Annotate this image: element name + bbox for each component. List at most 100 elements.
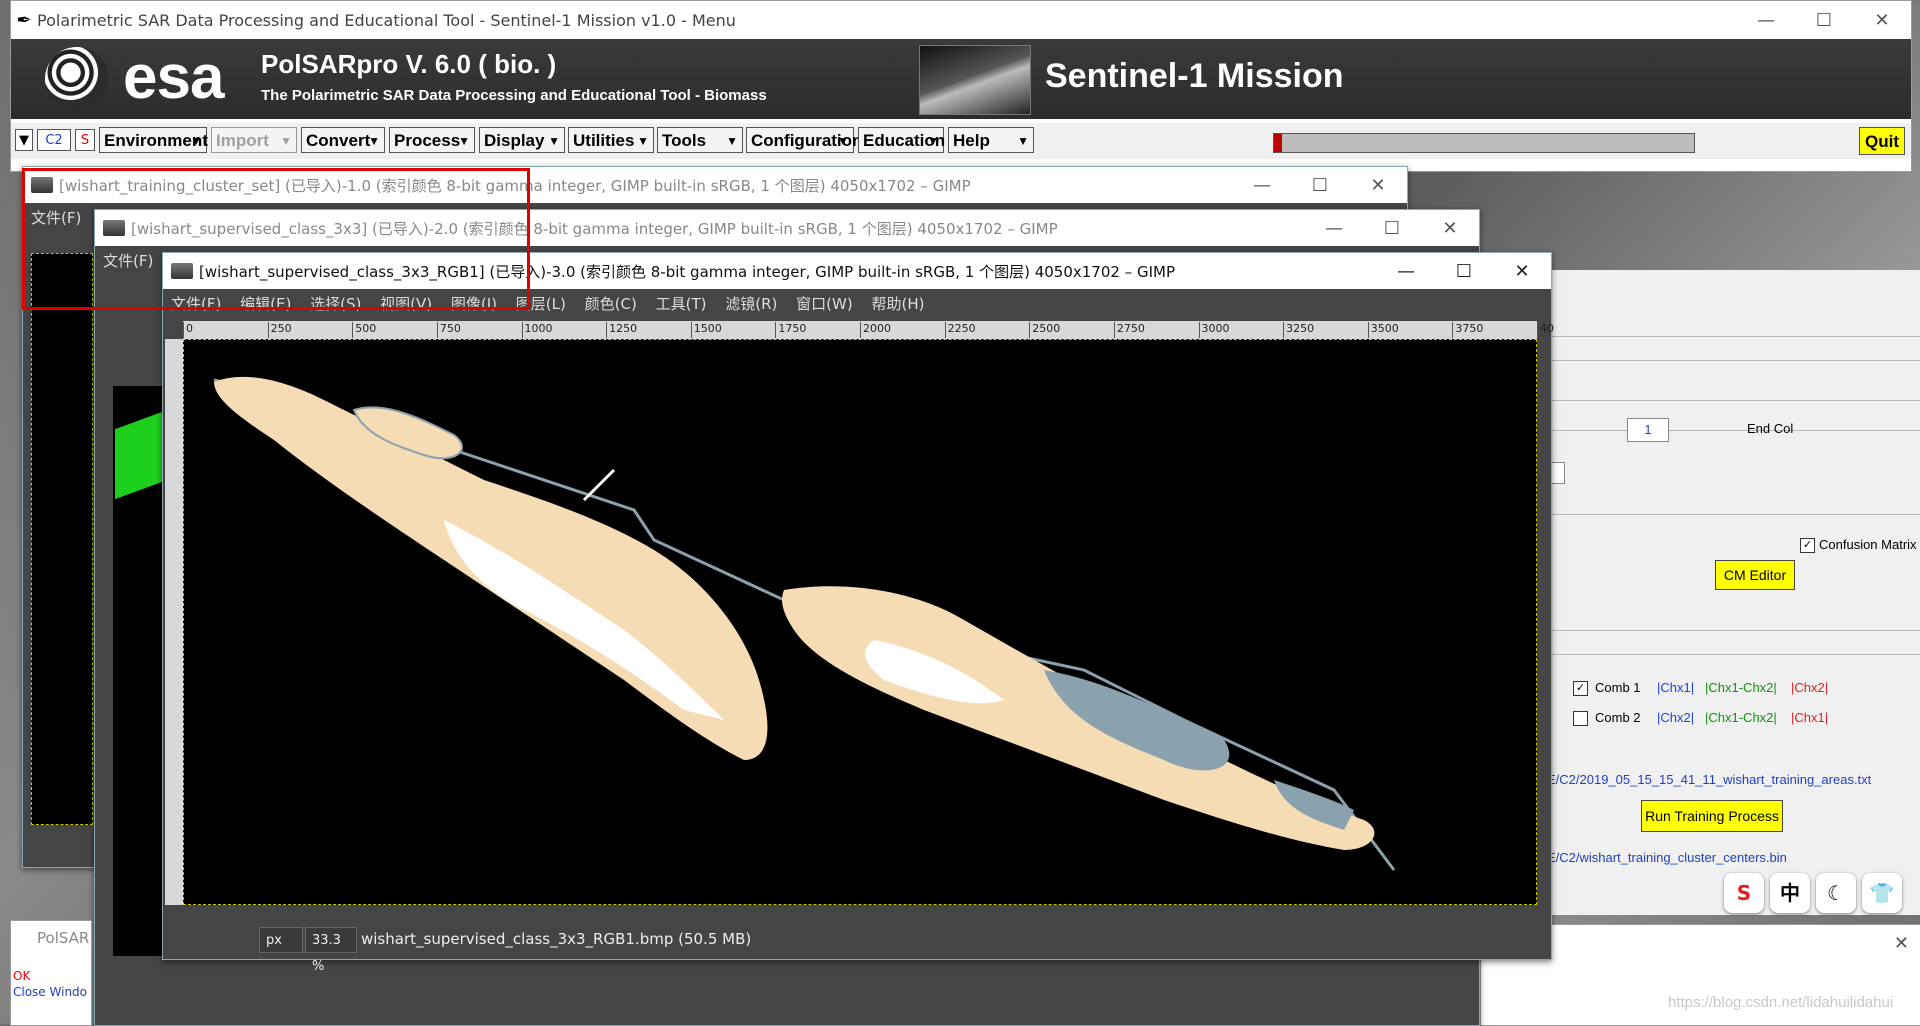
menu-utilities[interactable]: Utilities ▼ bbox=[568, 127, 654, 153]
minimize-button[interactable]: — bbox=[1233, 175, 1291, 196]
ruler-tick: 1500 bbox=[690, 322, 722, 338]
menu-configuration[interactable]: Configuration ▼ bbox=[746, 127, 862, 153]
ruler-tick: 1000 bbox=[521, 322, 553, 338]
divider bbox=[1547, 514, 1920, 515]
chevron-down-icon: ▼ bbox=[637, 134, 649, 148]
chevron-down-icon: ▼ bbox=[280, 134, 292, 148]
ime-toolbar: S 中 ☾ 👕 bbox=[1724, 869, 1920, 917]
divider bbox=[1547, 630, 1920, 631]
ruler-tick: 500 bbox=[352, 322, 376, 338]
menu-import[interactable]: Import ▼ bbox=[211, 127, 297, 153]
close-button[interactable]: ✕ bbox=[1421, 218, 1479, 239]
data-type-field[interactable]: C2 bbox=[37, 129, 71, 151]
image-canvas[interactable] bbox=[183, 339, 1537, 905]
comb1-channel-c: |Chx2| bbox=[1791, 680, 1829, 695]
chevron-down-icon: ▼ bbox=[927, 134, 939, 148]
run-training-button[interactable]: Run Training Process bbox=[1641, 800, 1783, 832]
start-value-field[interactable]: 1 bbox=[1627, 418, 1669, 442]
menu-windows[interactable]: 窗口(W) bbox=[796, 295, 853, 313]
menu-help[interactable]: 帮助(H) bbox=[872, 295, 925, 313]
training-areas-path: E/C2/2019_05_15_15_41_11_wishart_trainin… bbox=[1547, 772, 1872, 787]
comb1-channel-a: |Chx1| bbox=[1657, 680, 1695, 695]
close-icon[interactable]: ✕ bbox=[1894, 933, 1909, 954]
ok-text: OK bbox=[13, 969, 31, 983]
mission-title: Sentinel-1 Mission bbox=[1045, 57, 1344, 95]
minimize-button[interactable]: — bbox=[1377, 261, 1435, 282]
ruler-tick: 3500 bbox=[1367, 322, 1399, 338]
menu-process[interactable]: Process ▼ bbox=[389, 127, 475, 153]
maximize-button[interactable]: ☐ bbox=[1435, 261, 1493, 282]
mode-field[interactable]: S bbox=[75, 129, 95, 151]
menu-label: Import bbox=[216, 131, 269, 150]
canvas-fragment bbox=[31, 253, 93, 825]
shirt-icon[interactable]: 👕 bbox=[1862, 873, 1902, 913]
menu-education[interactable]: Education ▼ bbox=[858, 127, 945, 153]
comb2-channel-c: |Chx1| bbox=[1791, 710, 1829, 725]
polsar-message-window: PolSAR OK Close Windo bbox=[10, 920, 92, 1026]
menu-dropdown-arrow[interactable]: ▼ bbox=[15, 129, 33, 151]
divider bbox=[1547, 430, 1920, 431]
menu-tools[interactable]: 工具(T) bbox=[656, 295, 707, 313]
menu-filters[interactable]: 滤镜(R) bbox=[725, 295, 777, 313]
product-title: PolSARpro V. 6.0 ( bio. ) bbox=[261, 49, 557, 79]
menu-label: Display bbox=[484, 131, 545, 150]
minimize-button[interactable]: — bbox=[1305, 218, 1363, 239]
maximize-button[interactable]: ☐ bbox=[1363, 218, 1421, 239]
maximize-button[interactable]: ☐ bbox=[1795, 10, 1853, 31]
feather-icon: ✒ bbox=[16, 9, 32, 31]
confusion-matrix-label: Confusion Matrix bbox=[1819, 537, 1917, 552]
comb1-checkbox[interactable]: ✓ bbox=[1573, 681, 1588, 696]
chevron-down-icon: ▼ bbox=[190, 134, 202, 148]
esa-globe-logo bbox=[45, 47, 109, 111]
menu-help[interactable]: Help ▼ bbox=[948, 127, 1034, 153]
ruler-tick: 3750 bbox=[1452, 322, 1483, 338]
progress-fill bbox=[1274, 134, 1283, 152]
watermark: https://blog.csdn.net/lidahuilidahui bbox=[1668, 994, 1894, 1011]
close-button[interactable]: ✕ bbox=[1349, 175, 1407, 196]
quit-button[interactable]: Quit bbox=[1859, 127, 1905, 155]
cluster-centers-path: E/C2/wishart_training_cluster_centers.bi… bbox=[1547, 850, 1787, 865]
chevron-down-icon: ▼ bbox=[837, 134, 849, 148]
vertical-ruler[interactable] bbox=[165, 339, 183, 905]
divider bbox=[1547, 400, 1920, 401]
ruler-tick: 2000 bbox=[860, 322, 891, 338]
comb2-checkbox[interactable] bbox=[1573, 711, 1588, 726]
window-title: Polarimetric SAR Data Processing and Edu… bbox=[37, 10, 736, 30]
chevron-down-icon: ▼ bbox=[726, 134, 738, 148]
comb1-label: Comb 1 bbox=[1595, 680, 1641, 695]
menu-colors[interactable]: 颜色(C) bbox=[585, 295, 637, 313]
chinese-mode-icon[interactable]: 中 bbox=[1770, 873, 1810, 913]
minimize-button[interactable]: — bbox=[1737, 10, 1795, 31]
unit-select[interactable]: px bbox=[259, 927, 303, 953]
divider bbox=[1547, 360, 1920, 361]
comb2-channel-a: |Chx2| bbox=[1657, 710, 1695, 725]
zoom-select[interactable]: 33.3 % bbox=[305, 927, 357, 974]
ruler-tick: 3000 bbox=[1198, 322, 1230, 338]
ruler-tick: 1750 bbox=[775, 322, 806, 338]
menu-label: Convert bbox=[306, 131, 371, 150]
close-window-text[interactable]: Close Windo bbox=[13, 985, 87, 999]
horizontal-ruler[interactable]: 0 250 500 750 1000 1250 1500 1750 2000 2250 2500 27… bbox=[183, 321, 1554, 339]
sogou-icon[interactable]: S bbox=[1724, 873, 1764, 913]
menu-convert[interactable]: Convert ▼ bbox=[301, 127, 385, 153]
map-region-a bbox=[782, 586, 1375, 850]
chevron-down-icon: ▼ bbox=[548, 134, 560, 148]
product-subtitle: The Polarimetric SAR Data Processing and… bbox=[261, 87, 767, 104]
menu-environment[interactable]: Environment ▼ bbox=[99, 127, 208, 153]
menu-display[interactable]: Display ▼ bbox=[479, 127, 565, 153]
confusion-matrix-checkbox[interactable]: ✓ bbox=[1800, 538, 1815, 553]
polsarpro-main-window: ✒ Polarimetric SAR Data Processing and E… bbox=[10, 0, 1912, 172]
close-button[interactable]: ✕ bbox=[1493, 261, 1551, 282]
chevron-down-icon: ▼ bbox=[368, 134, 380, 148]
close-button[interactable]: ✕ bbox=[1853, 10, 1911, 31]
cm-editor-button[interactable]: CM Editor bbox=[1715, 560, 1795, 590]
menu-label: Help bbox=[953, 131, 990, 150]
moon-icon[interactable]: ☾ bbox=[1816, 873, 1856, 913]
maximize-button[interactable]: ☐ bbox=[1291, 175, 1349, 196]
ruler-tick: 750 bbox=[436, 322, 461, 338]
main-titlebar: ✒ Polarimetric SAR Data Processing and E… bbox=[11, 1, 1911, 39]
menu-label: Process bbox=[394, 131, 461, 150]
menu-label: Utilities bbox=[573, 131, 635, 150]
menu-tools[interactable]: Tools ▼ bbox=[657, 127, 743, 153]
comb1-channel-b: |Chx1-Chx2| bbox=[1705, 680, 1777, 695]
